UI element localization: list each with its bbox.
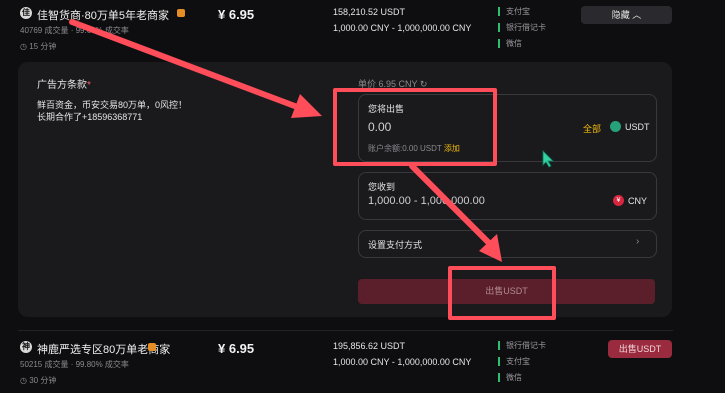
annotation-arrow <box>409 163 495 249</box>
mouse-cursor-icon <box>542 150 554 168</box>
arrow-head-icon <box>291 94 322 118</box>
annotation-arrows <box>69 19 502 262</box>
annotation-arrow <box>69 19 303 111</box>
